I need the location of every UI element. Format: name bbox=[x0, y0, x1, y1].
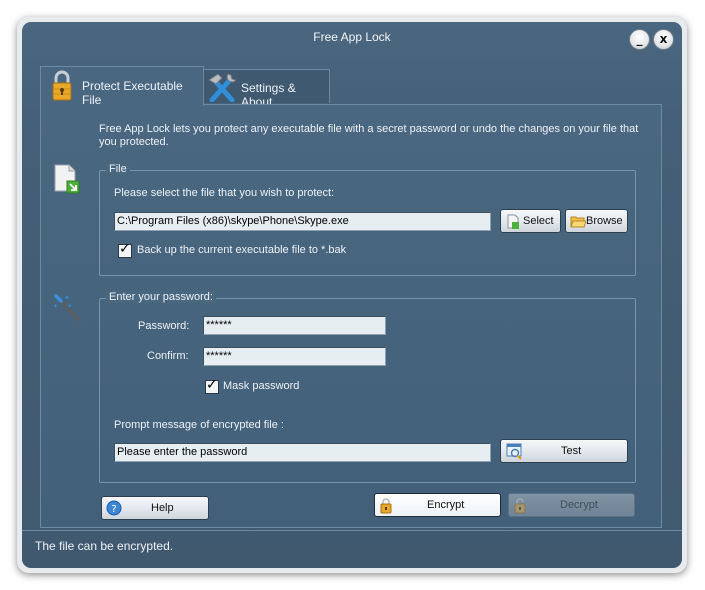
padlock-icon bbox=[380, 498, 392, 514]
password-input[interactable]: ****** bbox=[203, 316, 386, 335]
prompt-message-label: Prompt message of encrypted file : bbox=[114, 419, 284, 431]
help-icon: ? bbox=[106, 500, 122, 516]
protect-panel: Free App Lock lets you protect any execu… bbox=[40, 104, 662, 528]
select-button[interactable]: Select bbox=[500, 209, 561, 233]
backup-label: Back up the current executable file to *… bbox=[137, 244, 347, 256]
browse-button[interactable]: Browse bbox=[565, 209, 628, 233]
app-window: Free App Lock _ x Protect Executable Fil… bbox=[17, 17, 687, 573]
browse-button-label: Browse bbox=[586, 215, 623, 227]
svg-text:✦: ✦ bbox=[67, 303, 72, 310]
close-icon: x bbox=[659, 32, 668, 46]
backup-checkbox[interactable]: ✓ bbox=[118, 241, 132, 258]
select-file-icon bbox=[507, 214, 519, 229]
status-separator bbox=[22, 530, 682, 531]
close-button[interactable]: x bbox=[653, 29, 674, 50]
help-button[interactable]: ? Help bbox=[101, 496, 209, 520]
select-button-label: Select bbox=[523, 215, 554, 227]
file-group: File Please select the file that you wis… bbox=[99, 163, 636, 276]
help-button-label: Help bbox=[151, 502, 174, 514]
checkmark-icon: ✓ bbox=[119, 241, 131, 257]
file-path-input[interactable]: C:\Program Files (x86)\skype\Phone\Skype… bbox=[114, 212, 491, 231]
tab-label: Protect Executable File bbox=[82, 79, 183, 107]
checkmark-icon: ✓ bbox=[206, 377, 218, 393]
mask-password-label: Mask password bbox=[223, 380, 300, 392]
file-prompt-label: Please select the file that you wish to … bbox=[114, 187, 335, 199]
test-preview-icon bbox=[506, 443, 522, 460]
svg-text:✦: ✦ bbox=[64, 294, 70, 302]
mask-password-checkbox[interactable]: ✓ bbox=[205, 377, 219, 394]
tab-protect-executable-file[interactable]: Protect Executable File bbox=[40, 66, 204, 107]
minimize-icon: _ bbox=[636, 32, 643, 46]
folder-icon bbox=[570, 216, 586, 228]
test-button-label: Test bbox=[561, 445, 582, 457]
decrypt-button[interactable]: Decrypt bbox=[508, 493, 635, 517]
confirm-label: Confirm: bbox=[147, 350, 189, 362]
magic-wand-icon: ✦ ✦ ✦ bbox=[53, 294, 81, 322]
tab-settings-about[interactable]: Settings & About bbox=[203, 69, 330, 109]
file-group-legend: File bbox=[106, 163, 130, 175]
password-label: Password: bbox=[138, 320, 190, 332]
decrypt-button-label: Decrypt bbox=[560, 499, 598, 511]
prompt-message-input[interactable]: Please enter the password bbox=[114, 443, 491, 462]
confirm-password-input[interactable]: ****** bbox=[203, 347, 386, 366]
intro-text: Free App Lock lets you protect any execu… bbox=[99, 123, 639, 148]
svg-text:?: ? bbox=[111, 504, 116, 515]
password-group: Enter your password: Password: ****** Co… bbox=[99, 291, 636, 483]
encrypt-button[interactable]: Encrypt bbox=[374, 493, 501, 517]
padlock-icon bbox=[52, 70, 72, 101]
unlocked-padlock-icon bbox=[514, 498, 526, 514]
minimize-button[interactable]: _ bbox=[629, 29, 650, 50]
tools-icon bbox=[208, 73, 237, 102]
test-button[interactable]: Test bbox=[500, 439, 628, 463]
status-bar-text: The file can be encrypted. bbox=[35, 539, 174, 553]
svg-text:✦: ✦ bbox=[53, 303, 58, 310]
password-group-legend: Enter your password: bbox=[106, 291, 216, 303]
encrypt-button-label: Encrypt bbox=[427, 499, 465, 511]
window-title: Free App Lock bbox=[313, 30, 391, 44]
window-client: Free App Lock _ x Protect Executable Fil… bbox=[22, 22, 682, 568]
file-document-icon bbox=[54, 164, 80, 194]
